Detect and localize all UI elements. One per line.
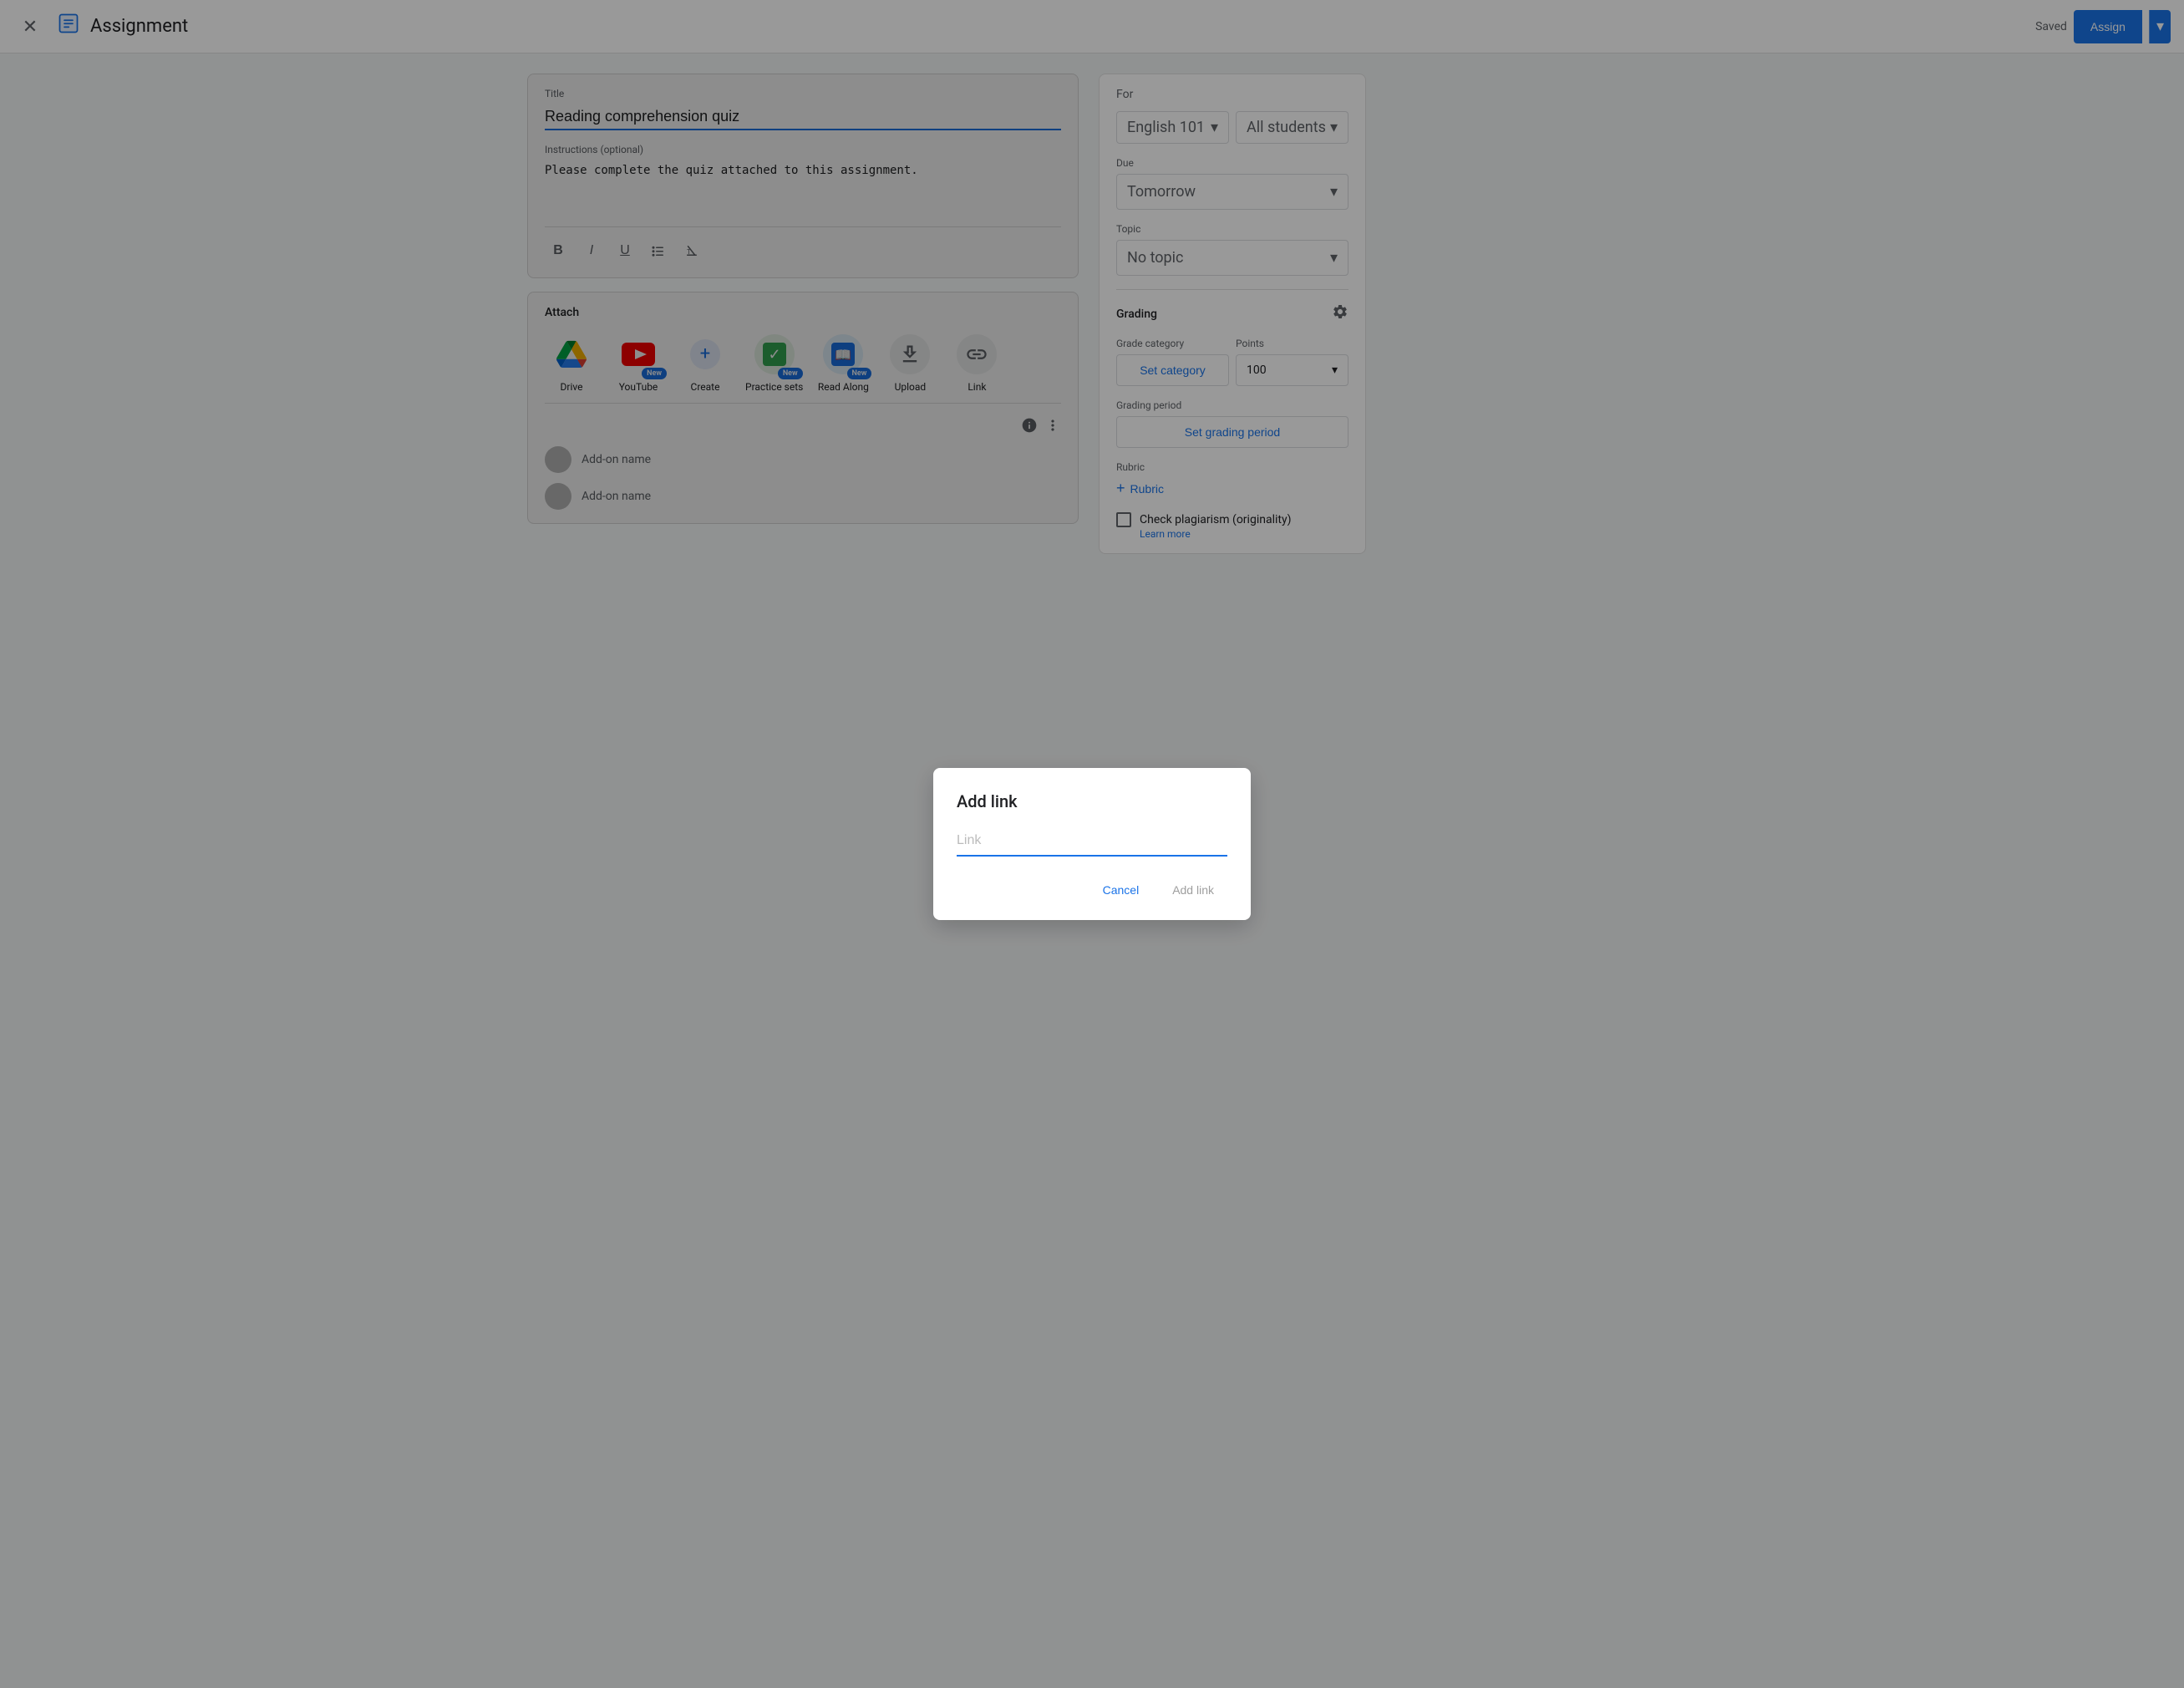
modal-title: Add link bbox=[957, 791, 1227, 811]
link-input[interactable] bbox=[957, 828, 1227, 857]
add-link-modal: Add link Cancel Add link bbox=[933, 768, 1251, 920]
add-link-button[interactable]: Add link bbox=[1159, 877, 1227, 903]
modal-actions: Cancel Add link bbox=[957, 877, 1227, 903]
cancel-button[interactable]: Cancel bbox=[1089, 877, 1153, 903]
modal-overlay: Add link Cancel Add link bbox=[0, 0, 2184, 1688]
